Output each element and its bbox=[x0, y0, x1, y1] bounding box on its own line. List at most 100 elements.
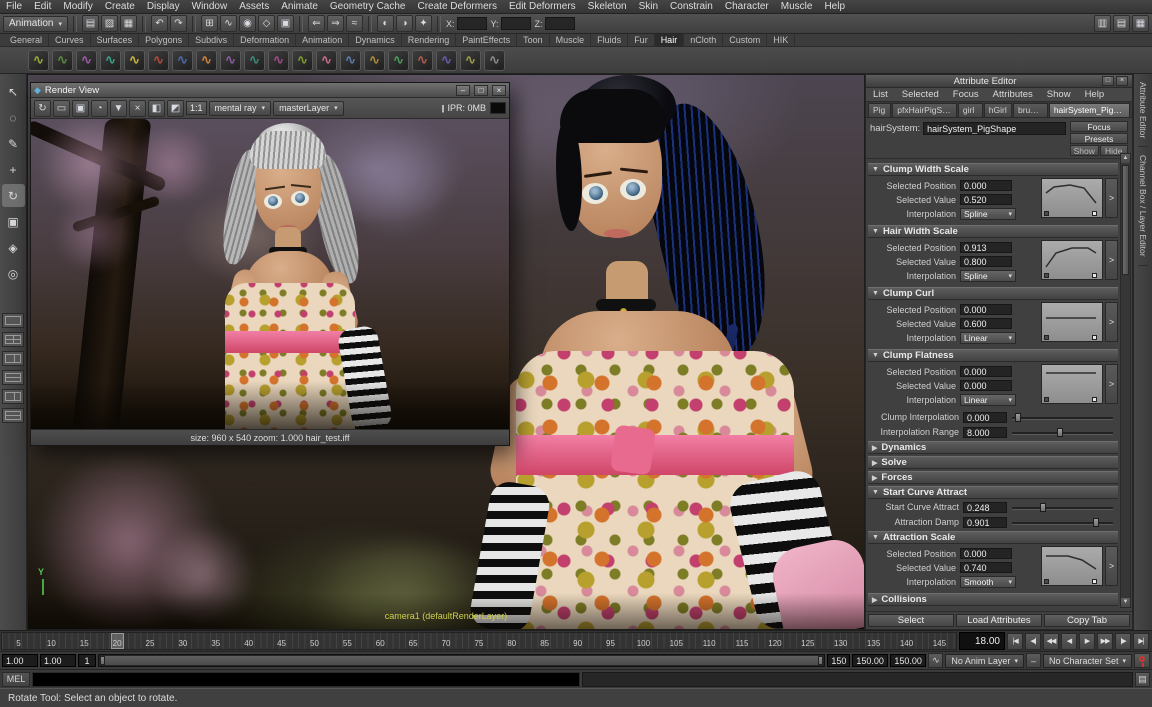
attribute-editor-side-tab[interactable]: Attribute Editor bbox=[1138, 74, 1148, 147]
ramp-key-handle[interactable] bbox=[1092, 335, 1097, 340]
mel-label[interactable]: MEL bbox=[2, 672, 30, 687]
hair-shelf-tool-8-icon[interactable]: ∿ bbox=[196, 50, 217, 71]
playback-start-field[interactable]: 1.00 bbox=[2, 654, 38, 667]
coord-input[interactable] bbox=[545, 17, 575, 30]
menu-set-dropdown[interactable]: Animation ▾ bbox=[3, 16, 68, 32]
channel-box-side-tab[interactable]: Channel Box / Layer Editor bbox=[1138, 147, 1148, 266]
expand-ramp-button[interactable]: > bbox=[1105, 364, 1118, 404]
value-field[interactable]: 8.000 bbox=[963, 427, 1007, 438]
rotate-tool-icon[interactable]: ↻ bbox=[2, 184, 25, 207]
menubar-item[interactable]: Skin bbox=[633, 0, 664, 14]
render-settings-icon[interactable]: ✦ bbox=[415, 15, 432, 32]
range-start-handle[interactable] bbox=[100, 656, 105, 665]
selected-value-field[interactable]: 0.800 bbox=[960, 256, 1012, 267]
expand-ramp-button[interactable]: > bbox=[1105, 240, 1118, 280]
menubar-item[interactable]: Display bbox=[141, 0, 186, 14]
slider-track[interactable] bbox=[1012, 412, 1113, 423]
playback-range-bar[interactable] bbox=[100, 656, 823, 665]
tab-hgirl[interactable]: hGirl bbox=[984, 103, 1012, 117]
save-scene-icon[interactable]: ▦ bbox=[120, 15, 137, 32]
lasso-select-tool-icon[interactable]: ◌ bbox=[2, 106, 25, 129]
hair-shelf-tool-12-icon[interactable]: ∿ bbox=[292, 50, 313, 71]
tab-hairsystem-pigshape[interactable]: hairSystem_PigShape bbox=[1049, 103, 1130, 117]
shelf-tab-fluids[interactable]: Fluids bbox=[591, 34, 628, 46]
node-name-field[interactable]: hairSystem_PigShape bbox=[923, 122, 1066, 135]
persp-uv-editor-layout-icon[interactable] bbox=[2, 408, 24, 423]
remove-image-icon[interactable]: × bbox=[129, 100, 146, 117]
construction-history-icon[interactable]: ≈ bbox=[346, 15, 363, 32]
ramp-curve-preview[interactable] bbox=[1041, 178, 1103, 218]
shelf-tab-deformation[interactable]: Deformation bbox=[234, 34, 296, 46]
undo-icon[interactable]: ↶ bbox=[151, 15, 168, 32]
go-to-start-button[interactable]: |◀ bbox=[1007, 633, 1023, 650]
ramp-key-handle[interactable] bbox=[1044, 335, 1049, 340]
redo-previous-render-icon[interactable]: ↻ bbox=[34, 100, 51, 117]
load-attributes-button[interactable]: Load Attributes bbox=[956, 614, 1042, 627]
ramp-key-handle[interactable] bbox=[1092, 579, 1097, 584]
shelf-tab-ncloth[interactable]: nCloth bbox=[684, 34, 723, 46]
hair-shelf-tool-3-icon[interactable]: ∿ bbox=[76, 50, 97, 71]
menubar-item[interactable]: Constrain bbox=[664, 0, 719, 14]
separator[interactable] bbox=[192, 16, 196, 32]
menubar-item[interactable]: Edit bbox=[28, 0, 57, 14]
shelf-tab-animation[interactable]: Animation bbox=[296, 34, 349, 46]
zoom-ratio-button[interactable]: 1:1 bbox=[186, 101, 207, 115]
hair-shelf-tool-1-icon[interactable]: ∿ bbox=[28, 50, 49, 71]
section-collisions[interactable]: ▶ Collisions bbox=[868, 593, 1118, 606]
new-scene-icon[interactable]: ▤ bbox=[82, 15, 99, 32]
tab-brush2[interactable]: brush2 bbox=[1013, 103, 1048, 117]
shelf-tab-rendering[interactable]: Rendering bbox=[402, 34, 457, 46]
step-forward-frame-button[interactable]: |▶ bbox=[1115, 633, 1131, 650]
snap-to-curve-icon[interactable]: ∿ bbox=[220, 15, 237, 32]
hair-shelf-tool-2-icon[interactable]: ∿ bbox=[52, 50, 73, 71]
menubar-item[interactable]: Edit Deformers bbox=[503, 0, 582, 14]
close-icon[interactable]: × bbox=[1116, 76, 1128, 86]
playback-end-field[interactable]: 150.00 bbox=[890, 654, 926, 667]
shelf-tab-painteffects[interactable]: PaintEffects bbox=[456, 34, 517, 46]
coord-input[interactable] bbox=[501, 17, 531, 30]
shelf-tab-polygons[interactable]: Polygons bbox=[139, 34, 189, 46]
hair-shelf-tool-15-icon[interactable]: ∿ bbox=[364, 50, 385, 71]
slider-track[interactable] bbox=[1012, 427, 1113, 438]
value-field[interactable]: 0.248 bbox=[963, 502, 1007, 513]
section-forces[interactable]: ▶ Forces bbox=[868, 471, 1118, 484]
value-field[interactable]: 0.000 bbox=[963, 412, 1007, 423]
character-set-dropdown[interactable]: No Character Set ▾ bbox=[1043, 654, 1132, 668]
render-view-titlebar[interactable]: ◆ Render View – □ × bbox=[31, 83, 509, 98]
ramp-key-handle[interactable] bbox=[1044, 273, 1049, 278]
interpolation-dropdown[interactable]: Spline▾ bbox=[960, 208, 1016, 220]
selected-position-field[interactable]: 0.000 bbox=[960, 548, 1012, 559]
step-forward-key-button[interactable]: ▶▶ bbox=[1097, 633, 1113, 650]
step-back-frame-button[interactable]: ◀| bbox=[1025, 633, 1041, 650]
ae-menu-item[interactable]: Focus bbox=[946, 89, 986, 100]
paint-select-tool-icon[interactable]: ✎ bbox=[2, 132, 25, 155]
selected-position-field[interactable]: 0.000 bbox=[960, 180, 1012, 191]
ae-menu-item[interactable]: Selected bbox=[895, 89, 946, 100]
play-backward-button[interactable]: ◀ bbox=[1061, 633, 1077, 650]
step-back-key-button[interactable]: ◀◀ bbox=[1043, 633, 1059, 650]
ramp-key-handle[interactable] bbox=[1044, 211, 1049, 216]
shelf-tab-custom[interactable]: Custom bbox=[723, 34, 767, 46]
tab-girl[interactable]: girl bbox=[958, 103, 983, 117]
color-swatch[interactable] bbox=[490, 102, 506, 114]
shelf-tab-curves[interactable]: Curves bbox=[49, 34, 91, 46]
menubar-item[interactable]: Geometry Cache bbox=[324, 0, 412, 14]
value-field[interactable]: 0.901 bbox=[963, 517, 1007, 528]
auto-keyframe-icon[interactable] bbox=[1134, 653, 1150, 668]
scroll-down-icon[interactable]: ▼ bbox=[1121, 598, 1130, 607]
tab-pfxhairpigshape[interactable]: pfxHairPigShape bbox=[892, 103, 957, 117]
interpolation-dropdown[interactable]: Spline▾ bbox=[960, 270, 1016, 282]
soft-mod-tool-icon[interactable]: ◎ bbox=[2, 262, 25, 285]
select-tool-icon[interactable]: ↖ bbox=[2, 80, 25, 103]
ramp-key-handle[interactable] bbox=[1092, 211, 1097, 216]
anim-layer-dropdown[interactable]: No Anim Layer ▾ bbox=[945, 654, 1024, 668]
output-connections-icon[interactable]: ⇒ bbox=[327, 15, 344, 32]
hair-shelf-tool-5-icon[interactable]: ∿ bbox=[124, 50, 145, 71]
copy-tab-button[interactable]: Copy Tab bbox=[1044, 614, 1130, 627]
selected-value-field[interactable]: 0.520 bbox=[960, 194, 1012, 205]
hypershade-persp-layout-icon[interactable] bbox=[2, 389, 24, 404]
attribute-editor-scrollbar[interactable]: ▲ ▼ bbox=[1120, 153, 1131, 608]
scrollbar-thumb[interactable] bbox=[1122, 165, 1129, 275]
slider-handle[interactable] bbox=[1093, 518, 1099, 527]
script-editor-icon[interactable]: ▤ bbox=[1135, 672, 1150, 687]
